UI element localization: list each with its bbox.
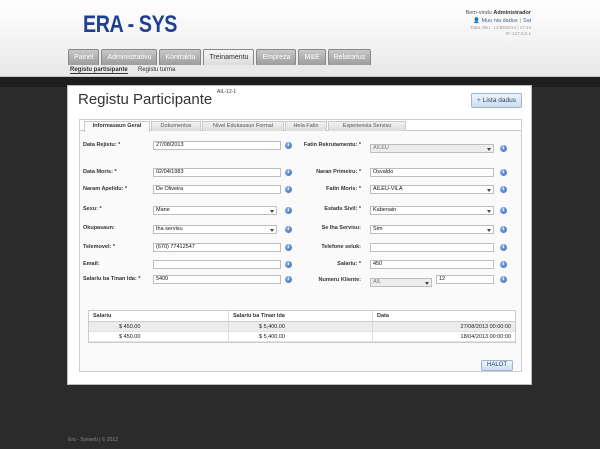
info-icon[interactable]: i (285, 244, 292, 251)
label-fatin-moris: Fatin Moris: * (326, 186, 361, 192)
data-moris-input[interactable]: 02/04/1983 (153, 168, 281, 177)
tab-painel[interactable]: Painel (68, 49, 100, 65)
form-tab-informasaun-geral[interactable]: Informasaun Geral (84, 121, 150, 132)
info-icon[interactable]: i (285, 276, 292, 283)
info-icon[interactable]: i (285, 226, 292, 233)
numeru-kliente-prefix-select[interactable]: AIL (370, 278, 432, 287)
info-icon[interactable]: i (500, 226, 507, 233)
info-icon[interactable]: i (285, 142, 292, 149)
form-tabs: Informasaun Geral Dokumentus Nivel Eduka… (80, 120, 521, 132)
info-icon[interactable]: i (500, 261, 507, 268)
halot-button[interactable]: HALOT (480, 360, 513, 371)
change-profile-link[interactable]: Muu nia dadus (482, 18, 518, 24)
table-row[interactable]: $ 450.00 $ 5,400.00 18/04/2013 00:00:00 (89, 332, 515, 342)
label-numeru-kliente: Numeru Kliente: (318, 277, 361, 283)
form-container: Informasaun Geral Dokumentus Nivel Eduka… (79, 119, 522, 372)
estadu-sivil-select[interactable]: Kabenain (370, 206, 494, 215)
tab-relatorius[interactable]: Relatorius (327, 49, 372, 65)
user-box: Bem-vindu Administrador 👤 Muu nia dadus |… (466, 9, 531, 37)
tab-treinamentu[interactable]: Treinamentu (203, 49, 255, 65)
form-tab-esperiensia-servisu[interactable]: Esperiensia Servisu (328, 121, 406, 131)
label-telemovel: Telemovel: * (83, 244, 115, 250)
form-tab-nivel-edukasaun[interactable]: Nivel Edukasaun Formal (202, 121, 284, 131)
ip-line: IP: 127.0.0.1 (505, 31, 531, 36)
plus-icon: + (476, 97, 481, 104)
footer-text: Era - Sysweb | © 2012 (68, 437, 119, 443)
info-icon[interactable]: i (500, 169, 507, 176)
cell-salariu: $ 450.00 (89, 322, 229, 331)
telemovel-input[interactable]: (670) 77412547 (153, 243, 281, 252)
user-name: Administrador (493, 10, 531, 16)
info-icon[interactable]: i (285, 169, 292, 176)
info-icon[interactable]: i (500, 207, 507, 214)
naran-primeiru-input[interactable]: Osvaldo (370, 168, 494, 177)
cell-salariu-tinan-ida: $ 5,400.00 (229, 322, 373, 331)
info-icon[interactable]: i (500, 244, 507, 251)
salariu-tinan-ida-input[interactable]: 5400 (153, 275, 281, 284)
telefone-seluk-input[interactable] (370, 243, 494, 252)
app-header: ERA - SYS Bem-vindu Administrador 👤 Muu … (0, 0, 600, 66)
label-naran-primeiru: Naran Primeiru: * (316, 169, 361, 175)
cell-salariu: $ 450.00 (89, 332, 229, 341)
list-data-button[interactable]: + Lista dadus (470, 93, 522, 108)
salary-history-table: Salariu Salariu ba Tinan Ida Data $ 450.… (88, 310, 516, 343)
main-nav: Painel Administrativu Kontraktu Treiname… (68, 49, 372, 65)
tab-kontraktu[interactable]: Kontraktu (159, 49, 202, 65)
list-data-label: Lista dadus (482, 97, 516, 104)
tab-m-and-e[interactable]: M&E (298, 49, 326, 65)
tab-administrativu[interactable]: Administrativu (101, 49, 158, 65)
cell-data: 27/08/2013 00:00:00 (460, 324, 511, 330)
fatin-rekrutamentu-select[interactable]: AILEU (370, 144, 494, 153)
table-header-row: Salariu Salariu ba Tinan Ida Data (89, 311, 515, 322)
salariu-input[interactable]: 450 (370, 260, 494, 269)
data-rejistu-input[interactable]: 27/08/2013 (153, 141, 281, 150)
welcome-text: Bem-vindu (465, 10, 492, 16)
label-estadu-sivil: Estadu Sivil: * (324, 206, 361, 212)
info-icon[interactable]: i (500, 186, 507, 193)
tab-empreza[interactable]: Empreza (256, 49, 297, 65)
logout-link[interactable]: Sai (523, 18, 531, 24)
naran-apelidu-input[interactable]: De Oliveira (153, 185, 281, 194)
subnav-registu-partisipante[interactable]: Registu partisipante (70, 67, 128, 74)
label-data-rejistu: Data Rejistu: * (83, 142, 121, 148)
info-icon[interactable]: i (285, 261, 292, 268)
label-data-moris: Data Moris: * (83, 169, 117, 175)
col-header-data[interactable]: Data (373, 311, 515, 321)
col-header-salariu-tinan-ida[interactable]: Salariu ba Tinan Ida (229, 311, 373, 321)
fatin-moris-select[interactable]: AILEU-VILA (370, 185, 494, 194)
email-input[interactable] (153, 260, 281, 269)
info-icon[interactable]: i (500, 145, 507, 152)
label-okupasaun: Okupasaun: (83, 225, 115, 231)
info-icon[interactable]: i (285, 186, 292, 193)
label-fatin-rekrutamentu: Fatin Rekrutamentu: * (303, 142, 361, 148)
label-salariu-tinan-ida: Salariu ba Tinan Ida: * (83, 276, 141, 282)
cell-salariu-tinan-ida: $ 5,400.00 (229, 332, 373, 341)
label-sexu: Sexu: * (83, 206, 102, 212)
cell-data: 18/04/2013 00:00:00 (460, 334, 511, 340)
numeru-kliente-input[interactable]: 12 (436, 275, 494, 284)
form-tab-hela-fatin[interactable]: Hela Fatin (285, 121, 327, 131)
table-row[interactable]: $ 450.00 $ 5,400.00 27/08/2013 00:00:00 (89, 322, 515, 332)
label-salariu: Salariu: * (337, 261, 361, 267)
link-separator: | (519, 18, 522, 24)
user-icon: 👤 (473, 18, 480, 24)
label-telefone-seluk: Telefone seluk: (321, 244, 361, 250)
okupasaun-select[interactable]: Iha servisu (153, 225, 277, 234)
subnav-registu-turma[interactable]: Registu turma (138, 67, 175, 73)
sub-nav: Registu partisipante Registu turma (0, 65, 600, 77)
se-iha-servisu-select[interactable]: Sim (370, 225, 494, 234)
page-title: Registu Participante (78, 91, 213, 108)
form-tab-dokumentus[interactable]: Dokumentus (151, 121, 201, 131)
label-naran-apelidu: Naram Apelidu: * (83, 186, 128, 192)
app-logo: ERA - SYS (83, 11, 178, 38)
col-header-salariu[interactable]: Salariu (89, 311, 229, 321)
label-email: Email: (83, 261, 100, 267)
participant-code: AIL-12-1 (217, 89, 237, 95)
registration-panel: Registu Participante AIL-12-1 + Lista dad… (67, 85, 532, 385)
sexu-select[interactable]: Mane (153, 206, 277, 215)
info-icon[interactable]: i (285, 207, 292, 214)
info-icon[interactable]: i (500, 276, 507, 283)
label-se-iha-servisu: Se Iha Servisu: (321, 225, 361, 231)
